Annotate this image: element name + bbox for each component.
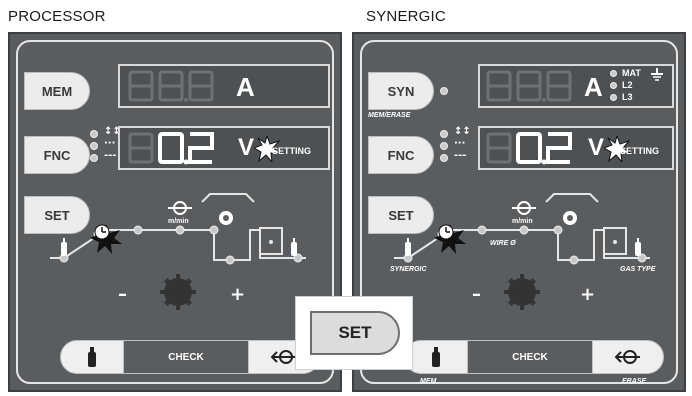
minus-label: – — [472, 284, 481, 305]
minus-label: – — [118, 284, 127, 305]
dotted-pulse-icon: ··· — [454, 138, 466, 149]
erase-label: ERASE — [622, 378, 647, 385]
knob-icon — [160, 274, 196, 310]
mat-label: MAT — [622, 68, 641, 78]
ampere-unit: A — [584, 72, 603, 102]
gas-test-button[interactable] — [405, 341, 467, 373]
processor-panel: MEM FNC SET A ↕↕ ··· --- V SETTING m/min… — [8, 32, 342, 392]
gas-cylinder-icon — [405, 238, 411, 256]
dotted-pulse-icon: ··· — [104, 138, 116, 149]
ampere-unit: A — [236, 72, 255, 102]
syn-led — [440, 87, 448, 95]
gas-cylinder-icon — [432, 347, 440, 367]
fnc-led-1 — [440, 130, 448, 138]
fnc-button[interactable]: FNC — [24, 136, 90, 174]
plus-label: + — [230, 284, 246, 305]
set-callout: SET — [295, 296, 413, 370]
volt-unit: V — [588, 134, 605, 161]
l3-label: L3 — [622, 92, 633, 102]
set-callout-button[interactable]: SET — [310, 311, 400, 355]
torch-icon — [563, 211, 577, 225]
volt-unit: V — [238, 134, 255, 161]
ground-icon — [651, 68, 663, 81]
fnc-led-3 — [90, 154, 98, 162]
dashed-pulse-icon: --- — [454, 150, 467, 161]
double-pulse-icon: ↕↕ — [454, 126, 471, 137]
syn-button[interactable]: SYN — [368, 72, 434, 110]
gas-test-button[interactable] — [61, 341, 123, 373]
current-digits — [486, 70, 572, 102]
processor-caption: PROCESSOR — [8, 8, 106, 25]
plus-label: + — [580, 284, 596, 305]
gas-cylinder-icon-right — [635, 238, 641, 256]
voltage-digits — [486, 132, 572, 165]
mem-label: MEM — [420, 378, 437, 385]
check-label: CHECK — [123, 341, 249, 373]
wire-diameter-label: WIRE Ø — [490, 240, 516, 247]
synergic-bottom-bar: CHECK — [404, 340, 664, 374]
setting-label: SETTING — [272, 146, 312, 156]
mat-led — [610, 70, 617, 77]
wire-feed-button[interactable] — [593, 341, 663, 373]
check-label: CHECK — [467, 341, 593, 373]
setting-label: SETTING — [620, 146, 660, 156]
torch-icon — [219, 211, 233, 225]
synergic-caption: SYNERGIC — [366, 8, 446, 25]
dashed-pulse-icon: --- — [104, 150, 117, 161]
l2-label: L2 — [622, 80, 633, 90]
fnc-led-3 — [440, 154, 448, 162]
fnc-led-2 — [440, 142, 448, 150]
fnc-button[interactable]: FNC — [368, 136, 434, 174]
wire-feed-icon — [168, 201, 192, 215]
synergic-label: SYNERGIC — [390, 266, 427, 273]
fnc-led-2 — [90, 142, 98, 150]
speed-label: m/min — [168, 218, 189, 225]
gas-cylinder-icon — [88, 347, 96, 367]
speed-label: m/min — [512, 218, 533, 225]
mem-button[interactable]: MEM — [24, 72, 90, 110]
l3-led — [610, 94, 617, 101]
processor-bottom-bar: CHECK — [60, 340, 320, 374]
l2-led — [610, 82, 617, 89]
wire-feed-icon — [512, 201, 536, 215]
wire-feed-icon — [614, 350, 640, 364]
knob-icon — [504, 274, 540, 310]
gas-cylinder-icon — [61, 238, 67, 256]
gas-cylinder-icon-right — [291, 238, 297, 256]
wire-feed-icon — [270, 350, 296, 364]
clock-burst-icon — [90, 224, 122, 254]
fnc-led-1 — [90, 130, 98, 138]
syn-sub-label: MEM/ERASE — [368, 112, 411, 119]
clock-burst-icon — [434, 224, 466, 254]
gas-type-label: GAS TYPE — [620, 266, 656, 273]
voltage-digits — [128, 132, 214, 165]
current-digits — [128, 70, 214, 102]
